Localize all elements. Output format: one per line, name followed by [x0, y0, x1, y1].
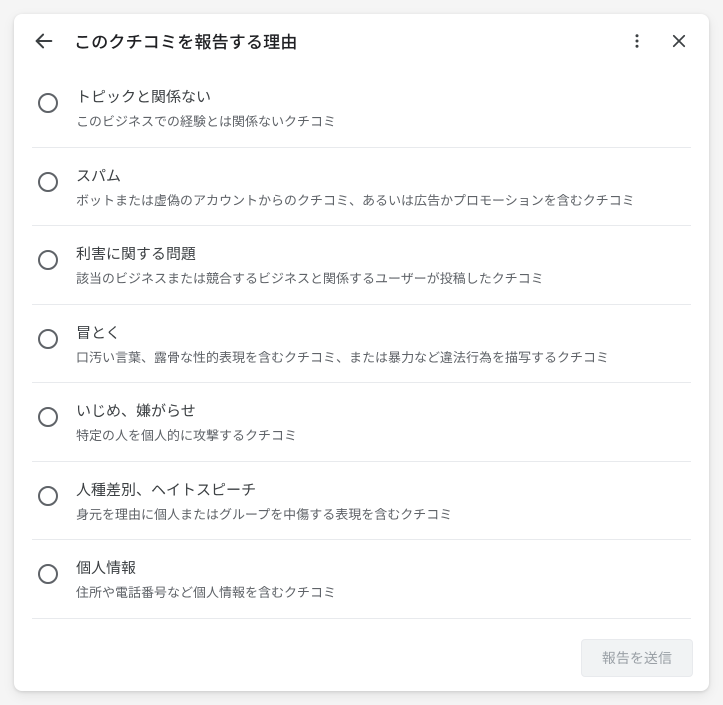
option-text: 人種差別、ヘイトスピーチ 身元を理由に個人またはグループを中傷する表現を含むクチ… — [76, 478, 689, 524]
option-title: 冒とく — [76, 322, 689, 343]
submit-button[interactable]: 報告を送信 — [581, 639, 693, 677]
back-button[interactable] — [32, 29, 56, 53]
option-title: 人種差別、ヘイトスピーチ — [76, 479, 689, 500]
option-text: スパム ボットまたは虚偽のアカウントからのクチコミ、あるいは広告かプロモーション… — [76, 164, 689, 210]
more-vert-icon — [628, 32, 646, 50]
arrow-back-icon — [33, 30, 55, 52]
report-option-spam[interactable]: スパム ボットまたは虚偽のアカウントからのクチコミ、あるいは広告かプロモーション… — [32, 148, 691, 227]
option-title: スパム — [76, 165, 689, 186]
option-title: トピックと関係ない — [76, 86, 689, 107]
report-option-bullying[interactable]: いじめ、嫌がらせ 特定の人を個人的に攻撃するクチコミ — [32, 383, 691, 462]
option-desc: 特定の人を個人的に攻撃するクチコミ — [76, 425, 689, 445]
option-desc: 身元を理由に個人またはグループを中傷する表現を含むクチコミ — [76, 504, 689, 524]
report-dialog: このクチコミを報告する理由 トピックと関係ない このビジ — [14, 14, 709, 691]
header-actions — [625, 29, 691, 53]
report-option-off-topic[interactable]: トピックと関係ない このビジネスでの経験とは関係ないクチコミ — [32, 77, 691, 148]
option-title: 利害に関する問題 — [76, 243, 689, 264]
radio-button[interactable] — [38, 329, 58, 349]
report-option-personal-info[interactable]: 個人情報 住所や電話番号など個人情報を含むクチコミ — [32, 540, 691, 619]
radio-button[interactable] — [38, 172, 58, 192]
option-desc: 口汚い言葉、露骨な性的表現を含むクチコミ、または暴力など違法行為を描写するクチコ… — [76, 347, 689, 367]
option-desc: このビジネスでの経験とは関係ないクチコミ — [76, 111, 689, 131]
footer-note: Google にポリシー違反を報告します。 法的な理由でクチコミを報告するには、… — [32, 619, 691, 630]
options-scroll-area[interactable]: トピックと関係ない このビジネスでの経験とは関係ないクチコミ スパム ボットまた… — [14, 67, 709, 629]
option-text: 利害に関する問題 該当のビジネスまたは競合するビジネスと関係するユーザーが投稿し… — [76, 242, 689, 288]
option-title: 個人情報 — [76, 557, 689, 578]
more-options-button[interactable] — [625, 29, 649, 53]
close-icon — [670, 32, 688, 50]
option-desc: 住所や電話番号など個人情報を含むクチコミ — [76, 582, 689, 602]
option-text: 個人情報 住所や電話番号など個人情報を含むクチコミ — [76, 556, 689, 602]
report-option-profanity[interactable]: 冒とく 口汚い言葉、露骨な性的表現を含むクチコミ、または暴力など違法行為を描写す… — [32, 305, 691, 384]
option-text: いじめ、嫌がらせ 特定の人を個人的に攻撃するクチコミ — [76, 399, 689, 445]
dialog-header: このクチコミを報告する理由 — [14, 14, 709, 67]
option-title: いじめ、嫌がらせ — [76, 400, 689, 421]
option-desc: 該当のビジネスまたは競合するビジネスと関係するユーザーが投稿したクチコミ — [76, 268, 689, 288]
option-desc: ボットまたは虚偽のアカウントからのクチコミ、あるいは広告かプロモーションを含むク… — [76, 190, 689, 210]
radio-button[interactable] — [38, 93, 58, 113]
report-option-discrimination[interactable]: 人種差別、ヘイトスピーチ 身元を理由に個人またはグループを中傷する表現を含むクチ… — [32, 462, 691, 541]
dialog-title: このクチコミを報告する理由 — [74, 28, 607, 53]
close-button[interactable] — [667, 29, 691, 53]
radio-button[interactable] — [38, 486, 58, 506]
option-text: 冒とく 口汚い言葉、露骨な性的表現を含むクチコミ、または暴力など違法行為を描写す… — [76, 321, 689, 367]
radio-button[interactable] — [38, 564, 58, 584]
option-text: トピックと関係ない このビジネスでの経験とは関係ないクチコミ — [76, 85, 689, 131]
radio-button[interactable] — [38, 250, 58, 270]
radio-button[interactable] — [38, 407, 58, 427]
action-bar: 報告を送信 — [14, 629, 709, 691]
report-option-conflict[interactable]: 利害に関する問題 該当のビジネスまたは競合するビジネスと関係するユーザーが投稿し… — [32, 226, 691, 305]
